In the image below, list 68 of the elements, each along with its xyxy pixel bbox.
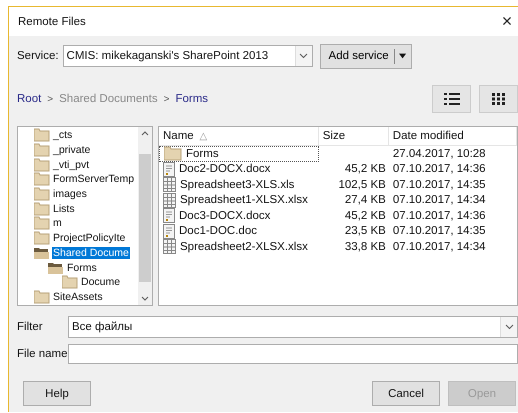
breadcrumb-separator: >	[47, 94, 54, 104]
folder-icon	[164, 146, 182, 162]
date-modified: 07.10.2017, 14:36	[392, 163, 486, 176]
service-label: Service:	[17, 50, 59, 62]
file-name[interactable]: Forms	[186, 148, 219, 160]
service-dropdown[interactable]: CMIS: mikekaganski's SharePoint 2013	[62, 45, 313, 67]
tree-item[interactable]: _vti_pvt	[52, 158, 90, 171]
tree-item[interactable]: Forms	[66, 262, 98, 274]
tree-item[interactable]: Docume	[80, 276, 122, 288]
filter-label: Filter	[17, 320, 44, 332]
date-modified: 07.10.2017, 14:34	[392, 194, 486, 206]
tree-item[interactable]: SiteAssets	[52, 290, 104, 303]
file-size: 27,4 KB	[344, 194, 386, 206]
window-title: Remote Files	[18, 16, 87, 28]
document-icon	[163, 224, 175, 239]
file-size: 102,5 KB	[338, 178, 386, 191]
chevron-down-icon	[504, 324, 514, 330]
date-modified: 07.10.2017, 14:34	[392, 240, 486, 253]
file-name-field[interactable]	[68, 344, 518, 364]
list-view-button[interactable]	[432, 85, 471, 113]
tree-item[interactable]: m	[52, 217, 63, 230]
spreadsheet-icon	[163, 177, 176, 192]
caret-icon	[399, 53, 407, 59]
file-size: 33,8 KB	[344, 240, 386, 253]
date-modified: 27.04.2017, 10:28	[392, 148, 486, 160]
file-size: 23,5 KB	[344, 225, 386, 238]
list-icon	[444, 92, 460, 106]
document-icon	[163, 208, 175, 224]
sort-icon: △	[200, 130, 208, 142]
date-modified: 07.10.2017, 14:35	[392, 225, 486, 238]
file-name[interactable]: Spreadsheet2-XLSX.xlsx	[180, 240, 308, 253]
file-name[interactable]: Spreadsheet1-XLSX.xlsx	[180, 194, 308, 206]
scroll-down-icon[interactable]	[141, 296, 149, 301]
add-service-button[interactable]: Add service	[320, 44, 412, 68]
date-modified: 07.10.2017, 14:35	[392, 178, 486, 191]
breadcrumb-item[interactable]: Root	[17, 93, 42, 105]
tree-item[interactable]: Shared Docume	[52, 246, 130, 259]
filter-dropdown[interactable]: Все файлы	[68, 316, 518, 338]
spreadsheet-icon	[163, 239, 176, 254]
breadcrumb-separator: >	[164, 94, 170, 104]
spreadsheet-icon	[163, 192, 176, 208]
tree-item[interactable]: Lists	[52, 202, 76, 215]
file-name[interactable]: Spreadsheet3-XLS.xls	[180, 178, 294, 191]
document-icon	[163, 162, 175, 177]
column-header[interactable]: Date modified	[388, 127, 517, 145]
column-header[interactable]: Name △	[159, 127, 319, 145]
file-name[interactable]: Doc1-DOC.doc	[179, 225, 257, 238]
tree-item[interactable]: ProjectPolicyIte	[52, 232, 126, 244]
tree-item[interactable]: images	[52, 188, 88, 200]
scroll-up-icon[interactable]	[141, 131, 149, 136]
icon-view-button[interactable]	[479, 85, 518, 113]
chevron-down-icon	[299, 53, 308, 59]
tree-item[interactable]: _private	[52, 144, 92, 156]
file-name-label: File name	[17, 348, 68, 360]
file-size: 45,2 KB	[344, 163, 386, 176]
file-name[interactable]: Doc3-DOCX.docx	[179, 210, 270, 222]
close-button[interactable]: ×	[496, 11, 518, 32]
file-size: 45,2 KB	[344, 210, 386, 222]
tree-item[interactable]: _cts	[52, 129, 74, 142]
dialog-button[interactable]: Help	[23, 381, 91, 406]
grid-icon	[492, 93, 506, 105]
file-name[interactable]: Doc2-DOCX.docx	[179, 163, 270, 176]
breadcrumb-item[interactable]: Forms	[175, 93, 208, 105]
scrollbar-thumb[interactable]	[139, 154, 151, 282]
date-modified: 07.10.2017, 14:36	[392, 210, 486, 222]
tree-item[interactable]: FormServerTemp	[52, 173, 136, 186]
column-header[interactable]: Size	[318, 127, 389, 145]
dialog-button[interactable]: Cancel	[372, 381, 440, 406]
